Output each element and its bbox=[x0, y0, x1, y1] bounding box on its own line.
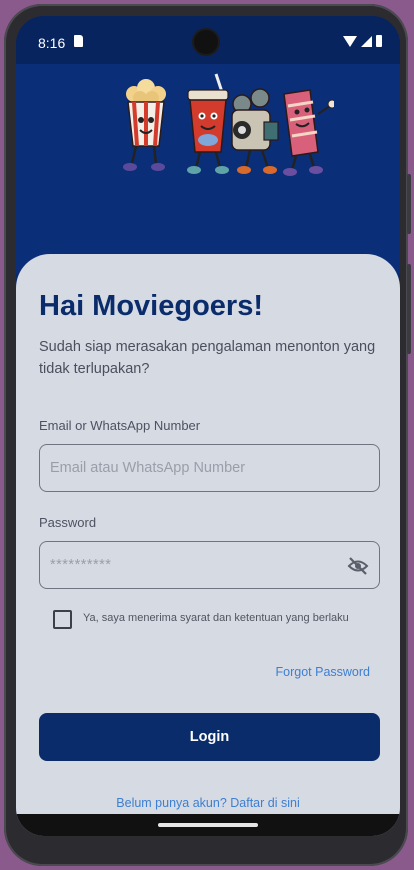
terms-checkbox[interactable] bbox=[53, 610, 72, 629]
home-indicator[interactable] bbox=[158, 823, 258, 827]
camera-mascot bbox=[231, 88, 279, 174]
terms-label: Ya, saya menerima syarat dan ketentuan y… bbox=[83, 612, 349, 624]
login-button-label: Login bbox=[189, 729, 230, 745]
signup-link[interactable]: Belum punya akun? Daftar di sini bbox=[16, 796, 400, 810]
sim-card-icon bbox=[74, 35, 83, 47]
battery-icon bbox=[376, 35, 382, 47]
password-field[interactable]: ********** bbox=[39, 541, 380, 589]
popcorn-mascot bbox=[123, 79, 166, 171]
signal-icon bbox=[361, 35, 372, 47]
power-button bbox=[407, 174, 411, 234]
eye-off-icon[interactable] bbox=[347, 556, 369, 576]
email-placeholder: Email atau WhatsApp Number bbox=[50, 460, 246, 476]
wifi-icon bbox=[343, 35, 357, 47]
page-title: Hai Moviegoers! bbox=[39, 290, 263, 322]
password-placeholder: ********** bbox=[50, 557, 112, 573]
email-label: Email or WhatsApp Number bbox=[39, 418, 201, 433]
password-label: Password bbox=[39, 515, 97, 530]
hero-banner bbox=[16, 64, 400, 274]
email-field[interactable]: Email atau WhatsApp Number bbox=[39, 444, 380, 492]
status-time: 8:16 bbox=[38, 35, 66, 51]
page-subtitle: Sudah siap merasakan pengalaman menonton… bbox=[39, 339, 376, 377]
screen: 8:16 Hai Moviegoers! Sudah siap merasaka… bbox=[16, 16, 400, 836]
login-card: Hai Moviegoers! Sudah siap merasakan pen… bbox=[16, 254, 400, 836]
phone-frame: 8:16 Hai Moviegoers! Sudah siap merasaka… bbox=[4, 4, 411, 866]
drink-mascot bbox=[187, 73, 229, 174]
status-icons bbox=[343, 35, 382, 47]
status-bar: 8:16 bbox=[16, 16, 400, 64]
volume-button bbox=[407, 264, 411, 354]
front-camera bbox=[194, 30, 218, 54]
ticket-mascot bbox=[283, 89, 334, 176]
login-button[interactable]: Login bbox=[39, 713, 380, 761]
navigation-bar bbox=[16, 814, 400, 836]
forgot-password-link[interactable]: Forgot Password bbox=[276, 665, 370, 679]
movie-mascots-illustration bbox=[123, 73, 334, 176]
